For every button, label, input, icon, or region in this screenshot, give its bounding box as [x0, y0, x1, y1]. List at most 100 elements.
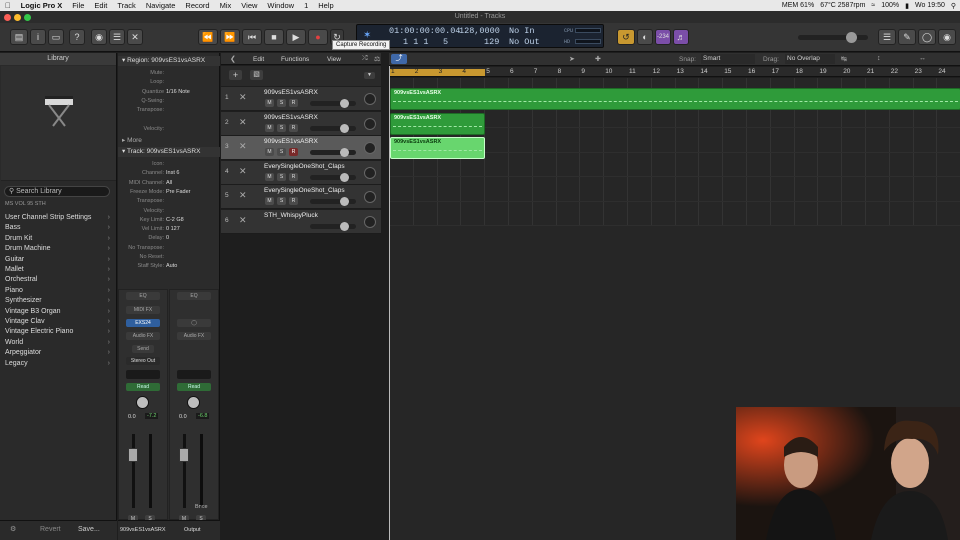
audio-fx-slot[interactable]: Audio FX — [177, 332, 211, 340]
region-inspector-header[interactable]: ▾ Region: 909vsES1vsASRX — [118, 56, 220, 66]
track-pan-knob[interactable] — [364, 93, 376, 105]
menu-help[interactable]: Help — [313, 1, 338, 10]
strip-name-output[interactable]: Output — [184, 527, 201, 533]
save-button[interactable]: Save... — [78, 526, 100, 533]
library-item[interactable]: Mallet › — [5, 265, 113, 275]
menu-window[interactable]: Window — [262, 1, 299, 10]
library-item[interactable]: Synthesizer › — [5, 296, 113, 306]
track-name[interactable]: STH_WhispyPluck — [264, 212, 318, 219]
add-track-icon[interactable]: + — [229, 70, 242, 80]
global-tracks-icon[interactable]: ▧ — [250, 70, 263, 80]
inspector-row[interactable]: Velocity: — [118, 125, 220, 134]
library-item[interactable]: Piano › — [5, 286, 113, 296]
menu-navigate[interactable]: Navigate — [141, 1, 181, 10]
count-in-button[interactable]: -234 — [655, 29, 671, 45]
inspector-row[interactable]: Channel: Inst 6 — [118, 169, 220, 178]
midi-region[interactable]: 909vsES1vsASRX — [390, 112, 486, 135]
editors-icon[interactable]: ✕ — [127, 29, 143, 45]
slider-knob[interactable] — [340, 99, 349, 108]
inspector-value[interactable]: Auto — [166, 262, 177, 271]
slider-knob[interactable] — [340, 148, 349, 157]
lcd-tempo[interactable]: 128,0000 — [459, 26, 500, 36]
slider-knob[interactable] — [340, 197, 349, 206]
inspector-value[interactable]: 0 127 — [166, 225, 180, 234]
inspector-row[interactable]: Mute: — [118, 69, 220, 78]
track-pan-knob[interactable] — [364, 142, 376, 154]
record-enable-button[interactable]: R — [289, 99, 298, 107]
inspector-row[interactable]: Vel Limit: 0 127 — [118, 225, 220, 234]
midi-fx-slot[interactable]: MIDI FX — [126, 306, 160, 314]
library-item[interactable]: Orchestral › — [5, 275, 113, 285]
battery-status[interactable]: 100% — [881, 2, 899, 9]
library-item[interactable]: World › — [5, 338, 113, 348]
record-enable-button[interactable]: R — [289, 197, 298, 205]
track-volume-slider[interactable] — [310, 172, 356, 182]
playhead[interactable] — [389, 66, 390, 540]
gear-icon[interactable]: ⚙ — [10, 525, 16, 533]
apple-menu-icon[interactable]:  — [0, 1, 16, 10]
snap-select[interactable]: Smart — [701, 54, 755, 64]
track-name[interactable]: EverySingleOneShot_Claps — [264, 163, 345, 170]
slider-knob[interactable] — [340, 123, 349, 133]
library-item[interactable]: Legacy › — [5, 359, 113, 369]
track-mute-button[interactable]: M — [265, 197, 274, 205]
track-name[interactable]: 909vsES1vsASRX — [264, 138, 318, 145]
inspector-value[interactable]: Pre Fader — [166, 188, 190, 197]
track-header[interactable]: 4 ✕ EverySingleOneShot_Claps M S R — [221, 160, 381, 185]
pointer-tool-icon[interactable]: ➤ — [569, 55, 575, 63]
track-name[interactable]: 909vsES1vsASRX — [264, 89, 318, 96]
audio-fx-slot[interactable]: Audio FX — [126, 332, 160, 340]
menu-track[interactable]: Track — [112, 1, 140, 10]
library-item[interactable]: Vintage Clav › — [5, 317, 113, 327]
inspector-value[interactable]: 1/16 Note — [166, 88, 190, 97]
library-item[interactable]: User Channel Strip Settings › — [5, 213, 113, 223]
wifi-icon[interactable]: ≈ — [871, 2, 875, 9]
more-toggle[interactable]: ▸ More — [118, 136, 220, 146]
slider-knob[interactable] — [340, 172, 349, 182]
inspector-row[interactable]: Staff Style: Auto — [118, 262, 220, 271]
automation-mode[interactable]: Read — [126, 383, 160, 391]
inspector-row[interactable]: Transpose: — [118, 106, 220, 115]
track-header[interactable]: 1 ✕ 909vsES1vsASRX M S R — [221, 87, 381, 111]
inspector-row[interactable]: Key Limit: C-2 G8 — [118, 216, 220, 225]
inspector-row[interactable]: Q-Swing: — [118, 97, 220, 106]
track-mute-button[interactable]: M — [265, 172, 274, 181]
drag-select[interactable]: No Overlap — [785, 54, 835, 64]
back-icon[interactable]: ❮ — [230, 55, 236, 63]
inspector-row[interactable]: MIDI Channel: All — [118, 179, 220, 188]
pan-knob[interactable] — [187, 396, 200, 409]
track-header[interactable]: 2 ✕ 909vsES1vsASRX M S R — [221, 111, 381, 136]
group-slot[interactable] — [177, 370, 211, 379]
lcd-display[interactable]: ✶ 01:00:00:00.04 128,0000 No In 1 1 1 5 … — [356, 24, 604, 48]
menu-app[interactable]: Logic Pro X — [16, 1, 68, 10]
stop-icon[interactable]: ■ — [264, 29, 284, 45]
revert-button[interactable]: Revert — [40, 526, 61, 533]
list-editors-icon[interactable]: ☰ — [878, 29, 896, 45]
inspector-row[interactable]: No Transpose: — [118, 244, 220, 253]
eq-slot[interactable]: EQ — [177, 292, 211, 300]
toolbar-toggle-icon[interactable]: ▭ — [48, 29, 64, 45]
library-item[interactable]: Drum Machine › — [5, 244, 113, 254]
master-volume-slider[interactable] — [798, 32, 868, 43]
inspector-value[interactable]: All — [166, 179, 172, 188]
zoom-icon[interactable] — [24, 14, 31, 21]
automation-icon[interactable]: ⤴ — [391, 54, 407, 64]
library-toggle-icon[interactable]: ▤ — [10, 29, 28, 45]
library-item[interactable]: Vintage B3 Organ › — [5, 307, 113, 317]
track-volume-slider[interactable] — [310, 221, 356, 231]
track-mute-button[interactable]: M — [265, 99, 274, 107]
smart-controls-icon[interactable]: ◉ — [91, 29, 107, 45]
track-mute-button[interactable]: M — [265, 148, 274, 156]
menu-edit[interactable]: Edit — [89, 1, 112, 10]
inspector-value[interactable]: 0 — [166, 234, 169, 243]
menu-view[interactable]: View — [236, 1, 262, 10]
pan-knob[interactable] — [136, 396, 149, 409]
inspector-row[interactable]: Transpose: — [118, 197, 220, 206]
volume-fader-track[interactable] — [132, 434, 135, 508]
library-item[interactable]: Bass › — [5, 223, 113, 233]
track-pan-knob[interactable] — [364, 166, 376, 179]
eq-slot[interactable]: EQ — [126, 292, 160, 300]
search-icon[interactable]: ⚲ — [951, 2, 956, 10]
inspector-row[interactable]: Velocity: — [118, 207, 220, 216]
inspector-row[interactable] — [118, 116, 220, 125]
